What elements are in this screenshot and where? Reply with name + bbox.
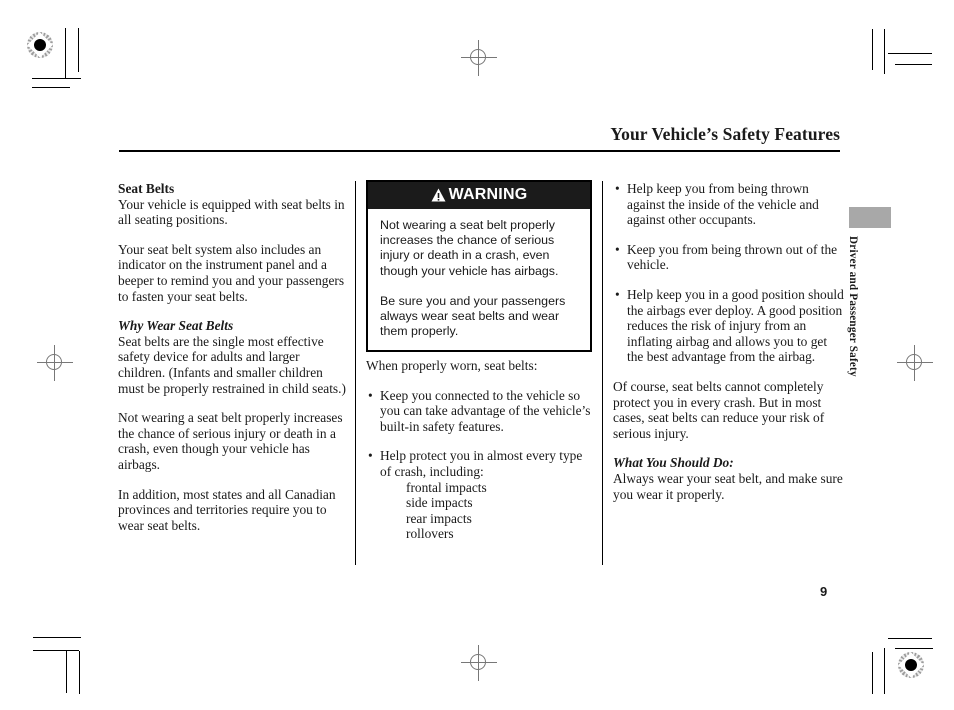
- crop-mark-bottom-right-h1: [888, 638, 932, 639]
- manual-page: Your Vehicle’s Safety Features Seat Belt…: [0, 0, 954, 710]
- crop-mark-top-left-v1: [65, 28, 66, 78]
- crash-type-sublist: frontal impacts side impacts rear impact…: [380, 480, 594, 542]
- left-paragraph-5: In addition, most states and all Canadia…: [118, 486, 336, 533]
- list-item: • Help protect you in almost every type …: [366, 448, 594, 542]
- left-paragraph-2: Your seat belt system also includes an i…: [118, 241, 345, 304]
- right-column: • Help keep you from being thrown agains…: [613, 181, 845, 502]
- sublist-item: frontal impacts: [406, 479, 487, 495]
- list-item-text: Help protect you in almost every type of…: [380, 448, 583, 479]
- crop-mark-bottom-right-v2: [872, 652, 873, 694]
- section-heading-seat-belts: Seat Belts: [118, 181, 175, 196]
- list-item: • Help keep you in a good position shoul…: [613, 287, 845, 365]
- subsection-heading-what-you-should-do: What You Should Do:: [613, 455, 734, 471]
- warning-paragraph-2: Be sure you and your passengers always w…: [380, 293, 566, 339]
- subsection-heading-why-wear-seat-belts: Why Wear Seat Belts: [118, 318, 234, 334]
- bullet-glyph: •: [615, 181, 620, 196]
- crop-mark-top-left-h1: [32, 78, 81, 79]
- crop-mark-bottom-right-h2: [895, 648, 933, 649]
- crop-mark-top-right-v1: [884, 29, 885, 74]
- sublist-item: rear impacts: [406, 510, 472, 526]
- bullet-glyph: •: [615, 286, 620, 302]
- bullet-glyph: •: [368, 387, 373, 403]
- list-item-text: Help keep you from being thrown against …: [627, 181, 819, 228]
- section-tab-label: Driver and Passenger Safety: [847, 236, 859, 377]
- left-paragraph-4: Not wearing a seat belt properly increas…: [118, 410, 343, 472]
- left-paragraph-1: Your vehicle is equipped with seat belts…: [118, 196, 345, 228]
- registration-target-bottom-right: [898, 652, 924, 678]
- right-bullet-list: • Help keep you from being thrown agains…: [613, 181, 845, 365]
- registration-crosshair-bottom: [461, 645, 497, 681]
- column-divider-left: [355, 181, 356, 565]
- sublist-item: side impacts: [406, 495, 473, 511]
- warning-triangle-icon: [431, 188, 446, 202]
- registration-crosshair-top: [461, 40, 497, 76]
- page-number: 9: [820, 584, 828, 599]
- crop-mark-top-left-v2: [78, 28, 79, 72]
- warning-paragraph-1: Not wearing a seat belt properly increas…: [380, 218, 559, 278]
- registration-target-top-left: [27, 32, 53, 58]
- list-item-text: Keep you from being thrown out of the ve…: [627, 241, 838, 273]
- crop-mark-top-left-h2: [32, 87, 70, 88]
- page-title: Your Vehicle’s Safety Features: [610, 124, 840, 144]
- warning-box-header: WARNING: [368, 182, 590, 209]
- crop-mark-bottom-left-h2: [33, 650, 79, 651]
- middle-intro-text: When properly worn, seat belts:: [366, 358, 538, 373]
- warning-box-title: WARNING: [448, 186, 528, 203]
- left-paragraph-3: Seat belts are the single most effective…: [118, 333, 346, 396]
- crop-mark-top-right-v2: [872, 29, 873, 70]
- registration-crosshair-right: [897, 345, 933, 381]
- warning-box: WARNING Not wearing a seat belt properly…: [366, 180, 592, 353]
- list-item: • Keep you connected to the vehicle so y…: [366, 388, 594, 435]
- header-divider-rule: [119, 150, 840, 152]
- column-divider-right: [602, 181, 603, 565]
- crop-mark-bottom-left-v1: [66, 650, 67, 693]
- bullet-glyph: •: [368, 448, 373, 464]
- crop-mark-top-right-h2: [895, 64, 932, 65]
- middle-column: When properly worn, seat belts: • Keep y…: [366, 358, 594, 542]
- left-column: Seat Belts Your vehicle is equipped with…: [118, 181, 346, 547]
- right-paragraph-2: Always wear your seat belt, and make sur…: [613, 470, 843, 502]
- bullet-glyph: •: [615, 241, 620, 257]
- crop-mark-bottom-left-h1: [33, 637, 81, 638]
- crop-mark-bottom-right-v1: [884, 648, 885, 694]
- right-paragraph-1: Of course, seat belts cannot completely …: [613, 378, 825, 441]
- sublist-item: rollovers: [406, 526, 454, 542]
- list-item-text: Keep you connected to the vehicle so you…: [380, 387, 591, 434]
- registration-crosshair-left: [37, 345, 73, 381]
- middle-bullet-list: • Keep you connected to the vehicle so y…: [366, 388, 594, 542]
- list-item: • Help keep you from being thrown agains…: [613, 181, 845, 228]
- section-tab-marker: [849, 207, 891, 228]
- warning-box-body: Not wearing a seat belt properly increas…: [368, 209, 590, 350]
- crop-mark-bottom-left-v2: [79, 651, 80, 694]
- list-item-text: Help keep you in a good position should …: [627, 286, 844, 365]
- crop-mark-top-right-h1: [888, 53, 932, 54]
- list-item: • Keep you from being thrown out of the …: [613, 242, 845, 273]
